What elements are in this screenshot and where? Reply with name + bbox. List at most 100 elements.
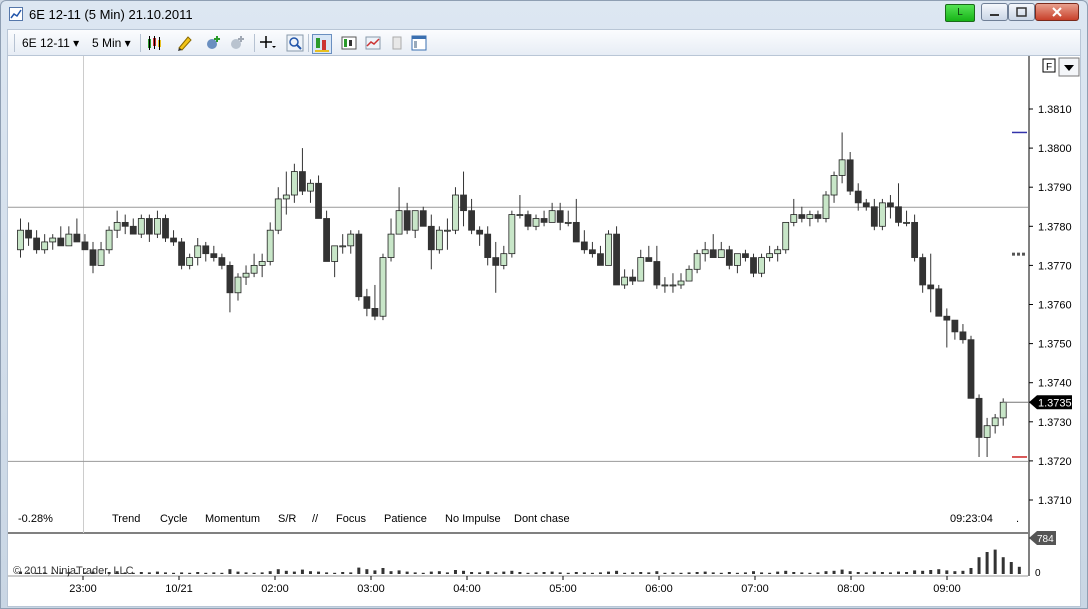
- candle-body: [484, 233, 492, 258]
- candle: [621, 269, 629, 289]
- volume-bar: [743, 572, 747, 574]
- candle: [89, 241, 97, 274]
- menu-dropdown-button[interactable]: [1058, 57, 1080, 77]
- candle: [250, 253, 258, 278]
- candle-body: [919, 257, 927, 286]
- time-axis[interactable]: 23:00 10/21 02:00 03:00 04:00 05:00 06:00 07:00…: [69, 576, 961, 595]
- volume-bar: [333, 572, 337, 574]
- live-button[interactable]: L: [945, 4, 975, 22]
- candle-body: [951, 319, 959, 333]
- candle-body: [427, 225, 435, 251]
- volume-bar: [325, 572, 329, 574]
- title-bar[interactable]: 6E 12-11 (5 Min) 21.10.2011 L: [1, 1, 1087, 29]
- chart-style-icon[interactable]: [146, 34, 164, 52]
- x-tick-label: 09:00: [933, 583, 961, 595]
- candle-body: [339, 245, 347, 248]
- candle-body: [508, 214, 516, 255]
- candle: [331, 245, 339, 278]
- candle-body: [959, 331, 967, 341]
- candle-body: [685, 268, 693, 282]
- candle: [870, 198, 878, 231]
- interval-selector[interactable]: 5 Min ▾: [92, 36, 131, 50]
- candle-body: [572, 221, 580, 243]
- volume-bar: [397, 570, 401, 574]
- volume-bar: [486, 571, 490, 574]
- volume-bar: [607, 571, 611, 574]
- candle-body: [564, 221, 572, 224]
- zoom-icon[interactable]: [286, 34, 304, 52]
- indicators-icon[interactable]: [204, 34, 222, 52]
- candle-body: [806, 214, 814, 219]
- candle: [427, 214, 435, 270]
- price-axis[interactable]: 1.3810 1.3800 1.3790 1.3780 1.3770 1.3760 1.37…: [1002, 104, 1072, 579]
- candle-body: [653, 261, 661, 286]
- data-box-icon[interactable]: [340, 34, 358, 52]
- volume-bar: [413, 572, 417, 574]
- candle-body: [782, 221, 790, 251]
- candle: [774, 245, 782, 262]
- volume-bar: [631, 572, 635, 574]
- dot-label: .: [1016, 513, 1019, 525]
- volume-bar: [937, 569, 941, 574]
- marker-dot: [1017, 252, 1020, 256]
- f-button[interactable]: F: [1042, 58, 1056, 73]
- candle-body: [693, 253, 701, 270]
- strategies-icon[interactable]: [228, 34, 246, 52]
- volume-bar: [405, 571, 409, 574]
- toolbar-separator: [254, 34, 255, 52]
- candle-body: [895, 206, 902, 223]
- candle-body: [444, 229, 451, 232]
- close-button[interactable]: [1035, 3, 1079, 21]
- volume-bar: [623, 572, 627, 574]
- close-icon: [1052, 7, 1062, 17]
- properties-icon[interactable]: [410, 34, 428, 52]
- candle-body: [299, 171, 306, 192]
- candle: [339, 234, 347, 254]
- candle-body: [637, 257, 645, 282]
- volume-bar: [453, 570, 457, 574]
- crosshair-icon[interactable]: [258, 34, 276, 52]
- note-label: Dont chase: [514, 513, 570, 525]
- candle-body: [830, 175, 838, 196]
- candle-body: [315, 182, 322, 219]
- candle-body: [613, 233, 620, 286]
- volume-bar: [292, 571, 296, 574]
- candlestick-chart[interactable]: 1.3810 1.3800 1.3790 1.3780 1.3770 1.3760 1.37…: [8, 56, 1080, 606]
- volume-bar: [792, 572, 796, 574]
- drawing-pencil-icon[interactable]: [176, 34, 194, 52]
- candle-body: [854, 190, 862, 204]
- change-percent-label: -0.28%: [18, 513, 53, 525]
- candle: [540, 210, 548, 227]
- volume-bar: [558, 572, 562, 574]
- candle: [444, 218, 451, 250]
- candle-body: [524, 214, 532, 227]
- candle-body: [73, 233, 81, 243]
- candle: [742, 249, 749, 262]
- candle: [299, 148, 306, 196]
- volume-bar: [260, 572, 264, 574]
- candle: [113, 210, 121, 239]
- candle-body: [25, 229, 32, 239]
- candle-body: [709, 249, 717, 258]
- maximize-button[interactable]: [1008, 3, 1035, 21]
- volume-bar: [437, 571, 441, 574]
- y-tick-label: 1.3760: [1038, 300, 1072, 312]
- candle: [105, 226, 113, 254]
- candle: [379, 253, 387, 321]
- candle: [355, 230, 363, 301]
- volume-bar: [212, 572, 216, 574]
- candle: [532, 214, 540, 231]
- minimize-button[interactable]: [981, 3, 1008, 21]
- instrument-selector[interactable]: 6E 12-11 ▾: [22, 36, 79, 50]
- candle: [194, 238, 202, 266]
- volume-bar: [703, 571, 707, 574]
- chart-trader-icon[interactable]: [364, 34, 382, 52]
- bar-type-icon[interactable]: [312, 34, 332, 54]
- horizontal-lines: [8, 206, 1028, 462]
- candle-body: [97, 249, 105, 266]
- volume-bar: [784, 570, 788, 574]
- candle-body: [814, 214, 822, 219]
- candle: [669, 273, 677, 293]
- chart-panel[interactable]: 1.3810 1.3800 1.3790 1.3780 1.3770 1.3760 1.37…: [7, 55, 1081, 607]
- print-icon[interactable]: [388, 34, 406, 52]
